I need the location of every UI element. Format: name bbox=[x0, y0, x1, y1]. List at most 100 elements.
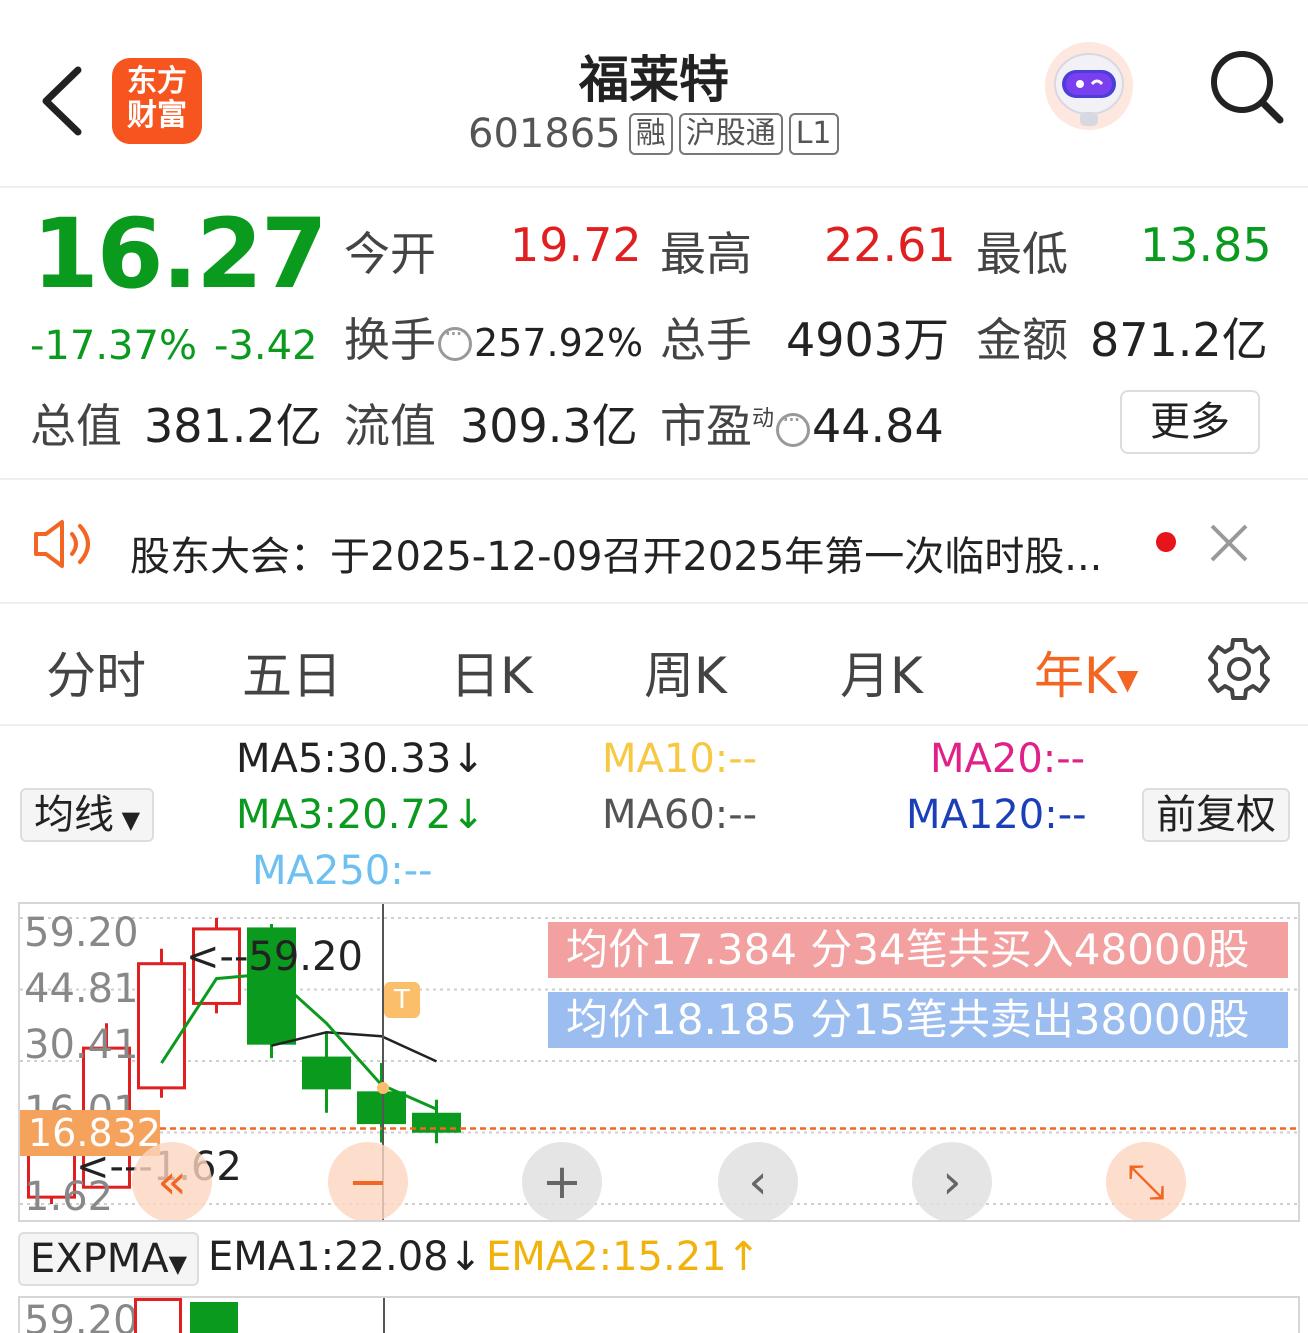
ma5-line bbox=[271, 1030, 438, 1063]
ema1-value: EMA1:22.08↓ bbox=[208, 1234, 482, 1280]
ma3-text: MA3:20.72 bbox=[236, 792, 452, 838]
pe-value: 44.84 bbox=[812, 399, 944, 453]
next-button[interactable]: › bbox=[912, 1142, 992, 1220]
sell-summary: 均价18.185 分15笔共卖出38000股 bbox=[548, 992, 1288, 1048]
ma10-value: MA10:-- bbox=[602, 736, 758, 782]
tab-yearly-k-label: 年K bbox=[1034, 647, 1117, 705]
fast-back-button[interactable]: « bbox=[132, 1142, 212, 1220]
prev-button[interactable]: ‹ bbox=[718, 1142, 798, 1220]
notice-bar[interactable]: 股东大会：于2025-12-09召开2025年第一次临时股... bbox=[0, 482, 1308, 604]
down-arrow-icon: ↓ bbox=[451, 736, 485, 782]
low-label: 最低 bbox=[976, 227, 1068, 281]
open-value: 19.72 bbox=[510, 218, 642, 272]
ema1-text: EMA1:22.08 bbox=[208, 1234, 449, 1280]
zoom-in-button[interactable]: + bbox=[522, 1142, 602, 1220]
unread-dot bbox=[1156, 532, 1176, 552]
candle-down[interactable] bbox=[357, 1091, 406, 1125]
up-arrow-icon: ↑ bbox=[726, 1234, 761, 1280]
amount-label: 金额 bbox=[976, 313, 1068, 367]
y-label-3: 30.41 bbox=[24, 1022, 139, 1068]
trade-marker[interactable]: T bbox=[384, 982, 420, 1018]
pe-field[interactable]: 市盈动 44.84 bbox=[660, 390, 944, 456]
ma20-value: MA20:-- bbox=[930, 736, 1086, 782]
robot-assistant-icon[interactable] bbox=[1040, 38, 1138, 134]
chevron-down-icon: ▼ bbox=[168, 1250, 188, 1278]
buy-summary: 均价17.384 分34笔共买入48000股 bbox=[548, 922, 1288, 978]
amount-value: 871.2亿 bbox=[1090, 313, 1268, 367]
header: 东方 财富 福莱特 601865 融 沪股通 L1 bbox=[0, 0, 1308, 188]
expma-y-label-top: 59.20 bbox=[24, 1298, 139, 1333]
ma-selector-label: 均线 bbox=[34, 792, 114, 838]
tab-intraday[interactable]: 分时 bbox=[46, 636, 146, 708]
chevron-right-icon: › bbox=[942, 1154, 962, 1210]
ema2-value: EMA2:15.21↑ bbox=[486, 1234, 760, 1280]
double-chevron-left-icon: « bbox=[157, 1154, 187, 1210]
indicator-selector-label: EXPMA bbox=[30, 1236, 169, 1282]
fullscreen-button[interactable]: ⤡ bbox=[1106, 1142, 1186, 1220]
close-icon[interactable] bbox=[1208, 522, 1250, 564]
turnover-value: 257.92% bbox=[474, 321, 644, 365]
mktcap-value: 381.2亿 bbox=[144, 399, 322, 453]
info-icon[interactable] bbox=[776, 406, 811, 447]
ma120-value: MA120:-- bbox=[906, 792, 1087, 838]
tab-yearly-k[interactable]: 年K▼ bbox=[1034, 636, 1138, 708]
tab-daily-k[interactable]: 日K bbox=[450, 636, 533, 708]
expma-candle-down bbox=[190, 1302, 238, 1333]
turnover-field[interactable]: 换手 257.92% bbox=[344, 304, 643, 370]
expand-icon: ⤡ bbox=[1126, 1154, 1166, 1210]
chevron-down-icon: ▼ bbox=[114, 806, 141, 834]
candle-up[interactable] bbox=[137, 962, 186, 1090]
minus-icon: − bbox=[347, 1154, 389, 1210]
tag-level[interactable]: L1 bbox=[788, 113, 839, 155]
ma3-value: MA3:20.72↓ bbox=[236, 792, 485, 838]
ma250-value: MA250:-- bbox=[252, 848, 433, 894]
change-percent: -17.37% bbox=[30, 323, 197, 369]
more-button[interactable]: 更多 bbox=[1120, 390, 1260, 454]
chevron-left-icon: ‹ bbox=[748, 1154, 768, 1210]
kline-chart[interactable]: 59.20 44.81 30.41 16.01 1.62 <--59.20 <-… bbox=[18, 902, 1300, 1222]
max-price-marker: <--59.20 bbox=[186, 934, 363, 980]
gear-icon[interactable] bbox=[1206, 636, 1272, 702]
open-label: 今开 bbox=[344, 227, 436, 281]
tag-connect[interactable]: 沪股通 bbox=[678, 113, 783, 155]
pe-superscript: 动 bbox=[752, 406, 775, 432]
high-label: 最高 bbox=[660, 227, 752, 281]
ma-selector[interactable]: 均线 ▼ bbox=[20, 788, 155, 842]
ma5-value: MA5:30.33↓ bbox=[236, 736, 485, 782]
mktcap-label: 总值 bbox=[30, 399, 122, 453]
float-value: 309.3亿 bbox=[460, 399, 638, 453]
expma-candle-up bbox=[134, 1298, 182, 1333]
adjust-selector[interactable]: 前复权 bbox=[1142, 788, 1290, 842]
y-label-top: 59.20 bbox=[24, 910, 139, 956]
down-arrow-icon: ↓ bbox=[451, 792, 485, 838]
volume-label: 总手 bbox=[660, 313, 752, 367]
high-value: 22.61 bbox=[824, 218, 956, 272]
tab-monthly-k[interactable]: 月K bbox=[840, 636, 923, 708]
stock-code-row: 601865 融 沪股通 L1 bbox=[468, 110, 839, 158]
float-label: 流值 bbox=[344, 399, 436, 453]
stock-code: 601865 bbox=[468, 111, 621, 157]
last-price: 16.27 bbox=[32, 198, 328, 310]
tab-five-day[interactable]: 五日 bbox=[242, 636, 342, 708]
volume-value: 4903万 bbox=[786, 313, 950, 367]
ema2-text: EMA2:15.21 bbox=[486, 1234, 727, 1280]
expma-chart[interactable]: 59.20 bbox=[18, 1296, 1300, 1333]
zoom-out-button[interactable]: − bbox=[328, 1142, 408, 1220]
indicator-selector[interactable]: EXPMA▼ bbox=[18, 1232, 200, 1286]
last-point-dot bbox=[377, 1082, 389, 1094]
speaker-icon bbox=[34, 520, 90, 568]
ma5-text: MA5:30.33 bbox=[236, 736, 452, 782]
dropdown-caret-icon: ▼ bbox=[1116, 663, 1139, 696]
notice-text[interactable]: 股东大会：于2025-12-09召开2025年第一次临时股... bbox=[130, 524, 1102, 582]
quote-panel: 16.27 -17.37% -3.42 今开 19.72 最高 22.61 最低… bbox=[0, 190, 1308, 480]
search-icon[interactable] bbox=[1206, 46, 1286, 126]
candle-down[interactable] bbox=[302, 1056, 351, 1090]
y-label-2: 44.81 bbox=[24, 966, 139, 1012]
tab-weekly-k[interactable]: 周K bbox=[644, 636, 727, 708]
period-tabs: 分时 五日 日K 周K 月K 年K▼ bbox=[0, 606, 1308, 726]
tag-margin[interactable]: 融 bbox=[628, 113, 673, 155]
crosshair-line bbox=[383, 1298, 385, 1333]
plus-icon: + bbox=[541, 1154, 583, 1210]
info-icon[interactable] bbox=[438, 320, 472, 361]
down-arrow-icon: ↓ bbox=[448, 1234, 483, 1280]
